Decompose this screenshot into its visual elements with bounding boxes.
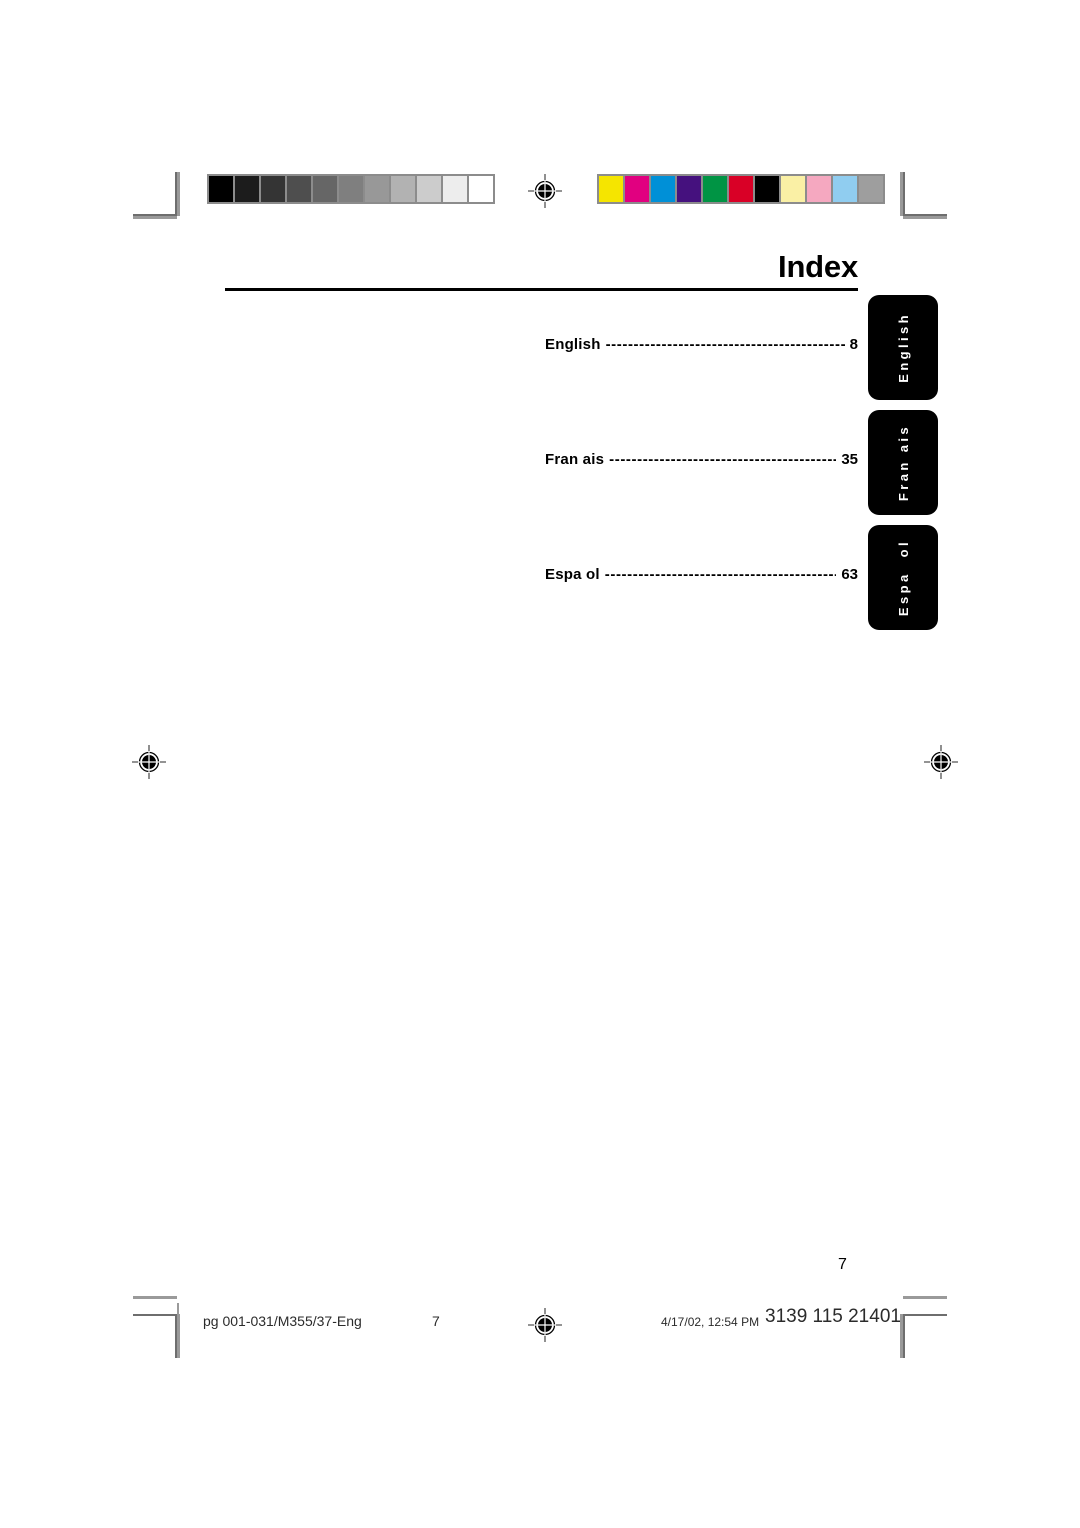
greyscale-swatch-7 xyxy=(391,176,415,202)
greyscale-swatch-2 xyxy=(261,176,285,202)
greyscale-swatch-1 xyxy=(235,176,259,202)
registration-target-icon-top xyxy=(528,174,562,208)
toc-leader-dots: ----------------------------------------… xyxy=(605,336,845,353)
language-tab-label: English xyxy=(895,312,911,383)
registration-target-icon-bottom xyxy=(528,1308,562,1342)
slug-divider xyxy=(177,1303,179,1347)
toc-entry-francais[interactable]: Fran ais -------------------------------… xyxy=(545,451,858,566)
toc-entry-page: 8 xyxy=(849,336,858,353)
color-swatch-8 xyxy=(807,176,831,202)
slug-filename: pg 001-031/M355/37-Eng xyxy=(203,1313,362,1329)
toc-entry-label: Fran ais xyxy=(545,451,605,468)
color-swatch-2 xyxy=(651,176,675,202)
crop-mark-line-horizontal xyxy=(903,1314,947,1316)
greyscale-swatch-3 xyxy=(287,176,311,202)
toc-entry-english[interactable]: English --------------------------------… xyxy=(545,336,858,451)
color-swatch-4 xyxy=(703,176,727,202)
crop-mark-bottom-left xyxy=(133,1314,177,1358)
crop-tick-top-right-vertical xyxy=(900,172,903,216)
table-of-contents: English --------------------------------… xyxy=(545,336,858,681)
crop-tick-top-right-horizontal xyxy=(903,216,947,219)
crop-mark-line-vertical xyxy=(903,1314,905,1358)
slug-page-number: 7 xyxy=(432,1313,440,1329)
toc-entry-label: English xyxy=(545,336,601,353)
color-calibration-strip xyxy=(597,174,885,204)
printed-page: Index English --------------------------… xyxy=(0,0,1080,1528)
language-tab-francais[interactable]: Fran ais xyxy=(868,410,938,515)
page-title: Index xyxy=(778,249,858,284)
greyscale-calibration-strip xyxy=(207,174,495,204)
crop-mark-line-vertical xyxy=(903,172,905,216)
toc-entry-page: 63 xyxy=(841,566,858,583)
greyscale-swatch-8 xyxy=(417,176,441,202)
slug-timestamp: 4/17/02, 12:54 PM xyxy=(661,1315,760,1329)
color-swatch-5 xyxy=(729,176,753,202)
crop-tick-top-left-vertical xyxy=(177,172,180,216)
toc-entry-espanol[interactable]: Espa ol --------------------------------… xyxy=(545,566,858,681)
page-folio-number: 7 xyxy=(838,1256,847,1273)
title-divider xyxy=(225,288,858,291)
toc-leader-dots: ----------------------------------------… xyxy=(604,566,837,583)
greyscale-swatch-10 xyxy=(469,176,493,202)
language-tab-label: Fran ais xyxy=(895,423,911,502)
crop-tick-bottom-right-horizontal xyxy=(903,1296,947,1299)
greyscale-swatch-4 xyxy=(313,176,337,202)
crop-mark-line-horizontal xyxy=(133,1314,177,1316)
registration-target-icon-left xyxy=(132,745,166,779)
color-swatch-7 xyxy=(781,176,805,202)
crop-mark-top-left xyxy=(133,172,177,216)
crop-mark-top-right xyxy=(903,172,947,216)
greyscale-swatch-6 xyxy=(365,176,389,202)
color-swatch-3 xyxy=(677,176,701,202)
greyscale-swatch-0 xyxy=(209,176,233,202)
toc-entry-page: 35 xyxy=(841,451,858,468)
language-tab-english[interactable]: English xyxy=(868,295,938,400)
color-swatch-0 xyxy=(599,176,623,202)
slug-document-code: 3139 115 21401 xyxy=(765,1306,901,1327)
color-swatch-9 xyxy=(833,176,857,202)
crop-tick-bottom-left-horizontal xyxy=(133,1296,177,1299)
greyscale-swatch-9 xyxy=(443,176,467,202)
crop-mark-bottom-right xyxy=(903,1314,947,1358)
toc-leader-dots: ----------------------------------------… xyxy=(609,451,837,468)
color-swatch-6 xyxy=(755,176,779,202)
registration-target-icon-right xyxy=(924,745,958,779)
color-swatch-10 xyxy=(859,176,883,202)
language-tab-espanol[interactable]: Espa ol xyxy=(868,525,938,630)
language-tab-label: Espa ol xyxy=(895,538,911,617)
greyscale-swatch-5 xyxy=(339,176,363,202)
crop-tick-top-left-horizontal xyxy=(133,216,177,219)
color-swatch-1 xyxy=(625,176,649,202)
toc-entry-label: Espa ol xyxy=(545,566,600,583)
